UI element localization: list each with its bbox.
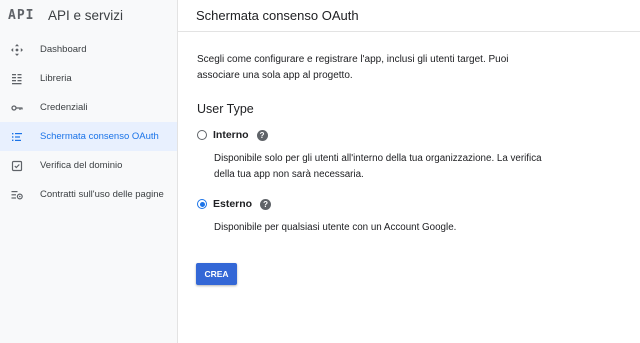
consent-icon: [9, 129, 25, 145]
internal-radio[interactable]: [197, 130, 207, 140]
sidebar-item-credentials[interactable]: Credenziali: [0, 93, 177, 122]
help-icon[interactable]: ?: [260, 198, 272, 210]
library-icon: [9, 71, 25, 87]
domain-check-icon: [9, 158, 25, 174]
external-radio[interactable]: [197, 199, 207, 209]
sidebar-item-page-usage-agreements[interactable]: Contratti sull'uso delle pagine: [0, 180, 177, 209]
sidebar-item-domain-verification[interactable]: Verifica del dominio: [0, 151, 177, 180]
option-internal-row: Interno ?: [197, 128, 640, 142]
app-title: API e servizi: [48, 8, 124, 23]
external-description: Disponibile per qualsiasi utente con un …: [214, 222, 457, 233]
page-title: Schermata consenso OAuth: [178, 0, 640, 32]
help-icon[interactable]: ?: [256, 129, 268, 141]
create-button[interactable]: CREA: [196, 263, 237, 285]
internal-description: Disponibile solo per gli utenti all'inte…: [214, 153, 542, 180]
user-type-heading: User Type: [197, 102, 254, 116]
sidebar-item-label: Schermata consenso OAuth: [40, 131, 159, 142]
key-icon: [9, 100, 25, 116]
sidebar-item-dashboard[interactable]: Dashboard: [0, 35, 177, 64]
sidebar-item-label: Dashboard: [40, 44, 87, 55]
sidebar-item-label: Verifica del dominio: [40, 160, 123, 171]
sidebar-item-label: Libreria: [40, 73, 72, 84]
sidebar-nav: Dashboard Libreria Credenziali Schermata…: [0, 35, 177, 209]
settings-list-icon: [9, 187, 25, 203]
sidebar-item-label: Credenziali: [40, 102, 88, 113]
external-label[interactable]: Esterno: [213, 198, 252, 210]
api-logo: API: [8, 8, 35, 23]
intro-text: Scegli come configurare e registrare l'a…: [197, 54, 509, 81]
option-external-row: Esterno ?: [197, 197, 640, 211]
sidebar-item-oauth-consent[interactable]: Schermata consenso OAuth: [0, 122, 177, 151]
option-internal: Interno ? Disponibile solo per gli utent…: [197, 128, 640, 183]
sidebar-header: API API e servizi: [0, 0, 177, 31]
sidebar-item-library[interactable]: Libreria: [0, 64, 177, 93]
main-panel: Schermata consenso OAuth Scegli come con…: [178, 0, 640, 343]
content: Scegli come configurare e registrare l'a…: [178, 52, 640, 236]
sidebar: API API e servizi Dashboard Libreria Cre…: [0, 0, 178, 343]
sidebar-item-label: Contratti sull'uso delle pagine: [40, 189, 164, 200]
option-external: Esterno ? Disponibile per qualsiasi uten…: [197, 197, 640, 236]
internal-label[interactable]: Interno: [213, 129, 249, 141]
dashboard-icon: [9, 42, 25, 58]
